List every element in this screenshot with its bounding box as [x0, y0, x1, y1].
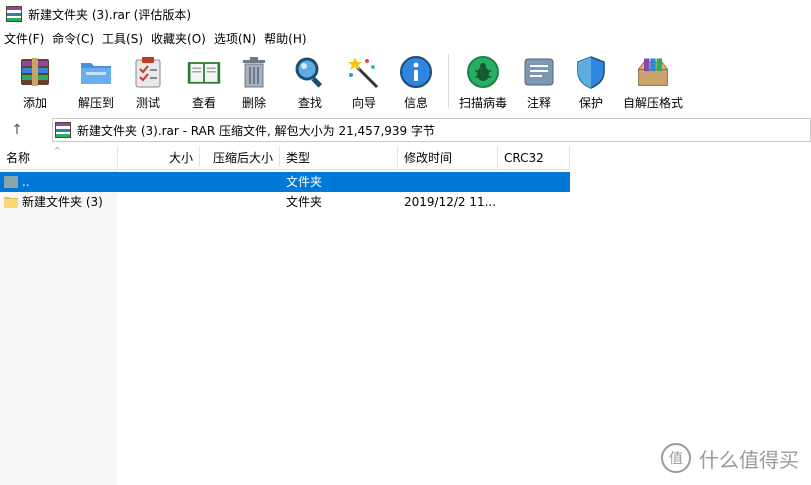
archive-icon — [55, 122, 71, 138]
add-archive-icon — [17, 54, 53, 90]
sfx-label: 自解压格式 — [622, 96, 683, 110]
find-label: 查找 — [297, 96, 322, 110]
column-size[interactable]: 大小 — [118, 146, 200, 170]
watermark-text: 什么值得买 — [699, 447, 799, 472]
watermark-logo-icon: 值 — [661, 443, 691, 473]
row-type: 文件夹 — [286, 195, 323, 209]
row-name: .. — [22, 175, 30, 189]
row-packed-size — [200, 192, 280, 212]
info-label: 信息 — [403, 96, 428, 110]
wizard-label: 向导 — [351, 96, 376, 110]
view-button[interactable]: 查看 — [182, 50, 226, 114]
folder-icon — [4, 196, 18, 208]
wizard-button[interactable]: 向导 — [346, 50, 382, 114]
menu-file[interactable]: 文件(F) — [0, 28, 48, 50]
info-button[interactable]: 信息 — [398, 50, 434, 114]
window-title: 新建文件夹 (3).rar (评估版本) — [28, 7, 192, 22]
row-name: 新建文件夹 (3) — [22, 195, 103, 209]
extract-to-button[interactable]: 解压到 — [74, 50, 118, 114]
protect-label: 保护 — [578, 96, 603, 110]
test-button[interactable]: 测试 — [130, 50, 166, 114]
row-crc32 — [498, 192, 570, 212]
column-headers: ^ 名称 大小 压缩后大小 类型 修改时间 CRC32 — [0, 146, 570, 170]
row-modified: 2019/12/2 11... — [404, 195, 497, 209]
protect-button[interactable]: 保护 — [573, 50, 609, 114]
column-packed-size[interactable]: 压缩后大小 — [200, 146, 280, 170]
extract-to-icon — [78, 54, 114, 90]
title-bar: 新建文件夹 (3).rar (评估版本) — [0, 0, 811, 28]
row-modified — [398, 172, 498, 192]
virus-scan-button[interactable]: 扫描病毒 — [457, 50, 509, 114]
test-label: 测试 — [135, 96, 160, 110]
row-size — [118, 192, 200, 212]
protect-icon — [573, 54, 609, 90]
menu-tools[interactable]: 工具(S) — [98, 28, 147, 50]
row-name-cell: 新建文件夹 (3) — [0, 192, 118, 212]
menu-command[interactable]: 命令(C) — [48, 28, 98, 50]
file-list: ^ 名称 大小 压缩后大小 类型 修改时间 CRC32 .. 文件夹 新建文件夹… — [0, 146, 811, 485]
comment-icon — [521, 54, 557, 90]
extract-to-label: 解压到 — [77, 96, 114, 110]
menu-options[interactable]: 选项(N) — [210, 28, 260, 50]
sfx-button[interactable]: 自解压格式 — [621, 50, 685, 114]
row-size — [118, 172, 200, 192]
address-text: 新建文件夹 (3).rar - RAR 压缩文件, 解包大小为 21,457,9… — [77, 123, 435, 138]
row-packed-size — [200, 172, 280, 192]
address-bar[interactable]: 新建文件夹 (3).rar - RAR 压缩文件, 解包大小为 21,457,9… — [52, 118, 811, 142]
comment-button[interactable]: 注释 — [521, 50, 557, 114]
column-crc32[interactable]: CRC32 — [498, 146, 570, 170]
address-row: ↑ 新建文件夹 (3).rar - RAR 压缩文件, 解包大小为 21,457… — [0, 116, 811, 144]
virus-scan-label: 扫描病毒 — [458, 96, 507, 110]
view-label: 查看 — [191, 96, 216, 110]
row-name-cell: .. — [0, 172, 118, 192]
add-button[interactable]: 添加 — [16, 50, 54, 114]
arrow-up-icon: ↑ — [11, 122, 23, 138]
sort-ascending-icon: ^ — [54, 146, 61, 155]
row-crc32 — [498, 172, 570, 192]
comment-label: 注释 — [526, 96, 551, 110]
table-row-folder[interactable]: 新建文件夹 (3) 文件夹 2019/12/2 11... — [0, 192, 570, 212]
wizard-icon — [346, 54, 382, 90]
delete-label: 删除 — [241, 96, 266, 110]
menu-help[interactable]: 帮助(H) — [260, 28, 310, 50]
file-list-gutter — [0, 170, 118, 485]
find-button[interactable]: 查找 — [292, 50, 328, 114]
watermark: 值 什么值得买 — [661, 443, 799, 473]
add-label: 添加 — [22, 96, 47, 110]
toolbar: 添加 解压到 测试 查看 删除 查找 向导 信息 扫描病毒 注释 保护 自解压格… — [0, 50, 811, 114]
delete-button[interactable]: 删除 — [236, 50, 272, 114]
find-icon — [292, 54, 328, 90]
column-type[interactable]: 类型 — [280, 146, 398, 170]
menu-favorites[interactable]: 收藏夹(O) — [147, 28, 210, 50]
info-icon — [398, 54, 434, 90]
view-icon — [186, 54, 222, 90]
test-icon — [130, 54, 166, 90]
winrar-app-icon — [6, 6, 22, 22]
toolbar-separator — [448, 54, 449, 108]
column-modified[interactable]: 修改时间 — [398, 146, 498, 170]
delete-icon — [236, 54, 272, 90]
up-folder-button[interactable]: ↑ — [0, 117, 34, 143]
table-row-parent[interactable]: .. 文件夹 — [0, 172, 570, 192]
parent-folder-icon — [4, 175, 18, 188]
virus-scan-icon — [465, 54, 501, 90]
row-type: 文件夹 — [286, 175, 323, 189]
menu-bar: 文件(F) 命令(C) 工具(S) 收藏夹(O) 选项(N) 帮助(H) — [0, 28, 811, 50]
sfx-icon — [635, 54, 671, 90]
